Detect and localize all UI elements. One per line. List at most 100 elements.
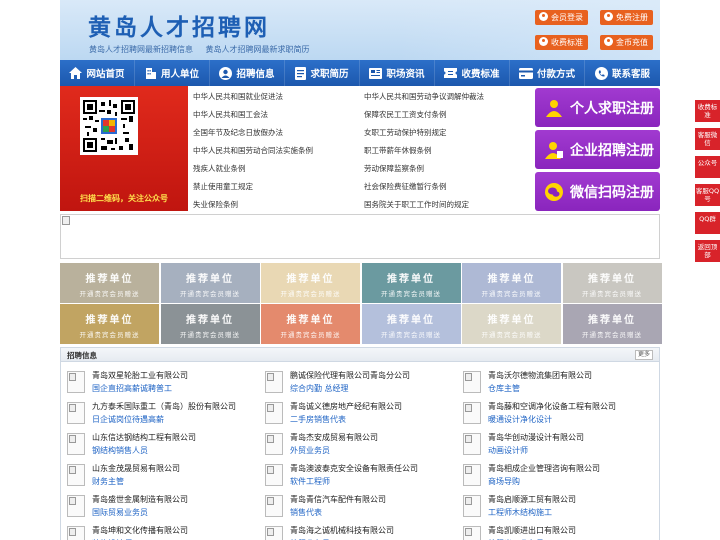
back-to-top-button[interactable]: 返回顶部 bbox=[695, 240, 720, 262]
job-listing[interactable]: 山东信达钢结构工程有限公司 钢结构销售人员 bbox=[61, 430, 256, 460]
nav-employers[interactable]: 用人单位 bbox=[135, 60, 210, 86]
company-name[interactable]: 青岛双星轮胎工业有限公司 bbox=[92, 370, 188, 381]
company-name[interactable]: 青岛沃尔德物流集团有限公司 bbox=[488, 370, 592, 381]
company-name[interactable]: 青岛杰安成贸易有限公司 bbox=[290, 432, 378, 443]
job-position[interactable]: 销售代表 bbox=[290, 507, 322, 518]
job-listing[interactable]: 青岛杰安成贸易有限公司 外贸业务员 bbox=[259, 430, 454, 460]
job-listing[interactable]: 青岛启顺源工贸有限公司 工程师木结构施工 bbox=[457, 492, 652, 522]
nav-payment[interactable]: 付款方式 bbox=[510, 60, 585, 86]
recommended-company-slot[interactable]: 推荐单位 开通贵宾会员赠送 bbox=[361, 304, 461, 344]
company-logo[interactable] bbox=[265, 464, 283, 486]
job-listing[interactable]: 青岛青信汽车配件有限公司 销售代表 bbox=[259, 492, 454, 522]
company-name[interactable]: 青岛凯顺进出口有限公司 bbox=[488, 525, 576, 536]
job-position[interactable]: 工程师木结构施工 bbox=[488, 507, 552, 518]
job-listing[interactable]: 青岛沃尔德物流集团有限公司 仓库主管 bbox=[457, 368, 652, 398]
company-name[interactable]: 鹏诚保险代理有限公司青岛分公司 bbox=[290, 370, 410, 381]
job-listing[interactable]: 青岛澳波泰克安全设备有限责任公司 软件工程师 bbox=[259, 461, 454, 491]
law-link[interactable]: 女职工劳动保护特别规定 bbox=[364, 127, 447, 138]
law-link[interactable]: 中华人民共和国劳动合同法实施条例 bbox=[193, 145, 313, 156]
company-name[interactable]: 青岛相成企业管理咨询有限公司 bbox=[488, 463, 600, 474]
company-name[interactable]: 九方泰禾国际重工（青岛）股份有限公司 bbox=[92, 401, 236, 412]
job-listing[interactable]: 青岛坤和文化传播有限公司装修设计师 bbox=[61, 523, 256, 540]
company-name[interactable]: 青岛海之诚机械科技有限公司 bbox=[290, 525, 394, 536]
job-position[interactable]: 国企直招高薪诚聘普工 bbox=[92, 383, 172, 394]
job-position[interactable]: 财务主管 bbox=[92, 476, 124, 487]
job-position[interactable]: 商场导购 bbox=[488, 476, 520, 487]
job-listing[interactable]: 九方泰禾国际重工（青岛）股份有限公司 日企诚岗位待遇高薪 bbox=[61, 399, 256, 429]
company-name[interactable]: 青岛盛世金属制造有限公司 bbox=[92, 494, 188, 505]
law-link[interactable]: 全国年节及纪念日放假办法 bbox=[193, 127, 283, 138]
nav-jobs[interactable]: 招聘信息 bbox=[210, 60, 285, 86]
job-position[interactable]: 仓库主管 bbox=[488, 383, 520, 394]
law-link[interactable]: 失业保险条例 bbox=[193, 199, 238, 210]
job-listing[interactable]: 青岛相成企业管理咨询有限公司 商场导购 bbox=[457, 461, 652, 491]
fees-button[interactable]: 收费标准 bbox=[535, 35, 588, 50]
latest-resumes-link[interactable]: 黄岛人才招聘网最新求职简历 bbox=[206, 45, 310, 54]
nav-contact[interactable]: 联系客服 bbox=[585, 60, 660, 86]
job-position[interactable]: 日企诚岗位待遇高薪 bbox=[92, 414, 164, 425]
more-button[interactable]: 更多 bbox=[634, 350, 653, 360]
job-position[interactable]: 外贸业务员 bbox=[290, 445, 330, 456]
latest-jobs-link[interactable]: 黄岛人才招聘网最新招聘信息 bbox=[89, 45, 193, 54]
job-position[interactable]: 国际贸易业务员 bbox=[92, 507, 148, 518]
recommended-company-slot[interactable]: 推荐单位 开通贵宾会员赠送 bbox=[462, 304, 561, 344]
company-name[interactable]: 青岛青信汽车配件有限公司 bbox=[290, 494, 386, 505]
law-link[interactable]: 保障农民工工资支付条例 bbox=[364, 109, 447, 120]
law-link[interactable]: 中华人民共和国工会法 bbox=[193, 109, 268, 120]
job-seeker-register-button[interactable]: 个人求职注册 bbox=[535, 88, 660, 127]
ad-banner[interactable] bbox=[60, 214, 660, 259]
nav-news[interactable]: 职场资讯 bbox=[360, 60, 435, 86]
job-position[interactable]: 二手房销售代表 bbox=[290, 414, 346, 425]
company-logo[interactable] bbox=[265, 526, 283, 540]
company-logo[interactable] bbox=[265, 495, 283, 517]
recommended-company-slot[interactable]: 推荐单位 开通贵宾会员赠送 bbox=[261, 263, 360, 303]
recommended-company-slot[interactable]: 推荐单位 开通贵宾会员赠送 bbox=[60, 304, 159, 344]
side-wechat-button[interactable]: 客服微信 bbox=[695, 128, 720, 150]
company-logo[interactable] bbox=[265, 371, 283, 393]
company-logo[interactable] bbox=[265, 402, 283, 424]
company-name[interactable]: 青岛诚义德房地产经纪有限公司 bbox=[290, 401, 402, 412]
recommended-company-slot[interactable]: 推荐单位 开通贵宾会员赠送 bbox=[160, 304, 260, 344]
company-name[interactable]: 青岛启顺源工贸有限公司 bbox=[488, 494, 576, 505]
company-logo[interactable] bbox=[463, 371, 481, 393]
law-link[interactable]: 劳动保障监察条例 bbox=[364, 163, 424, 174]
company-logo[interactable] bbox=[67, 433, 85, 455]
law-link[interactable]: 职工带薪年休假条例 bbox=[364, 145, 432, 156]
company-logo[interactable] bbox=[67, 464, 85, 486]
login-button[interactable]: 会员登录 bbox=[535, 10, 588, 25]
job-position[interactable]: 软件工程师 bbox=[290, 476, 330, 487]
job-position[interactable]: 动画设计师 bbox=[488, 445, 528, 456]
company-logo[interactable] bbox=[463, 495, 481, 517]
law-link[interactable]: 国务院关于职工工作时间的规定 bbox=[364, 199, 469, 210]
job-listing[interactable]: 山东金茂晟贸易有限公司 财务主管 bbox=[61, 461, 256, 491]
wechat-register-button[interactable]: 微信扫码注册 bbox=[535, 172, 660, 211]
side-fees-button[interactable]: 收费标准 bbox=[695, 100, 720, 122]
job-listing[interactable]: 青岛海之诚机械科技有限公司外贸业务员 bbox=[259, 523, 454, 540]
company-name[interactable]: 青岛华创动漫设计有限公司 bbox=[488, 432, 584, 443]
law-link[interactable]: 禁止使用童工规定 bbox=[193, 181, 253, 192]
company-logo[interactable] bbox=[463, 526, 481, 540]
recommended-company-slot[interactable]: 推荐单位 开通贵宾会员赠送 bbox=[562, 304, 662, 344]
site-title[interactable]: 黄岛人才招聘网 bbox=[88, 8, 270, 42]
recharge-button[interactable]: 金币充值 bbox=[600, 35, 653, 50]
job-listing[interactable]: 青岛华创动漫设计有限公司 动画设计师 bbox=[457, 430, 652, 460]
job-listing[interactable]: 青岛双星轮胎工业有限公司 国企直招高薪诚聘普工 bbox=[61, 368, 256, 398]
company-logo[interactable] bbox=[463, 433, 481, 455]
side-qq-button[interactable]: 客服QQ号 bbox=[695, 184, 720, 206]
recommended-company-slot[interactable]: 推荐单位 开通贵宾会员赠送 bbox=[160, 263, 260, 303]
company-name[interactable]: 山东信达钢结构工程有限公司 bbox=[92, 432, 196, 443]
recommended-company-slot[interactable]: 推荐单位 开通贵宾会员赠送 bbox=[562, 263, 662, 303]
law-link[interactable]: 社会保险费征缴暂行条例 bbox=[364, 181, 447, 192]
job-listing[interactable]: 青岛藤和空调净化设备工程有限公司 暖通设计净化设计 bbox=[457, 399, 652, 429]
law-link[interactable]: 残疾人就业条例 bbox=[193, 163, 246, 174]
employer-register-button[interactable]: 企业招聘注册 bbox=[535, 130, 660, 169]
nav-fees[interactable]: 收费标准 bbox=[435, 60, 510, 86]
company-name[interactable]: 青岛坤和文化传播有限公司 bbox=[92, 525, 188, 536]
recommended-company-slot[interactable]: 推荐单位 开通贵宾会员赠送 bbox=[261, 304, 360, 344]
recommended-company-slot[interactable]: 推荐单位 开通贵宾会员赠送 bbox=[462, 263, 561, 303]
nav-home[interactable]: 网站首页 bbox=[60, 60, 135, 86]
side-qq-group-button[interactable]: QQ群 bbox=[695, 212, 720, 234]
company-logo[interactable] bbox=[67, 371, 85, 393]
job-position[interactable]: 综合内勤 总经理 bbox=[290, 383, 349, 394]
law-link[interactable]: 中华人民共和国就业促进法 bbox=[193, 91, 283, 102]
